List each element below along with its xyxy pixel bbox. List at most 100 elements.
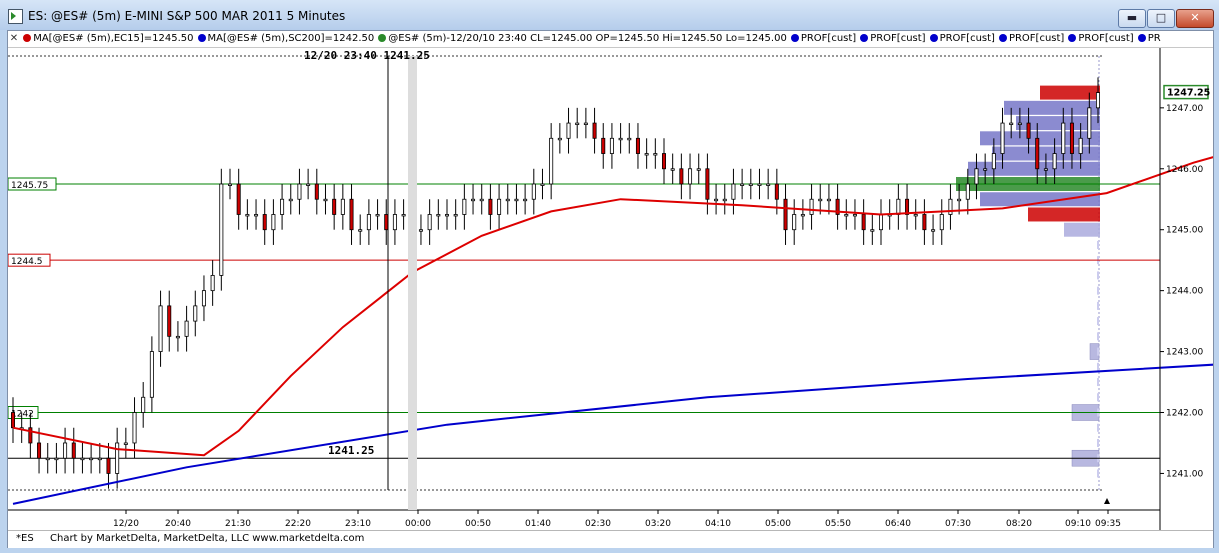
candle-body xyxy=(583,122,588,125)
candle-body xyxy=(566,122,571,139)
y-tick-label: 1241.00 xyxy=(1166,469,1203,479)
candle-body xyxy=(340,198,345,215)
candle-body xyxy=(505,198,510,202)
candle-body xyxy=(323,198,328,202)
app-icon xyxy=(8,9,23,24)
candle-body xyxy=(349,198,354,231)
candle-body xyxy=(983,168,988,171)
candle-body xyxy=(826,198,831,202)
study-color-icon xyxy=(1137,34,1146,42)
candle-body xyxy=(227,183,232,186)
x-tick-label: 21:30 xyxy=(225,519,251,529)
study-color-icon xyxy=(197,34,206,42)
study-legend-item[interactable]: PROF[cust] xyxy=(860,31,926,47)
candle-body xyxy=(609,137,614,154)
y-tick-label: 1244.00 xyxy=(1166,287,1203,297)
study-label: PROF[cust] xyxy=(1008,33,1065,44)
session-profile-tick xyxy=(1097,469,1099,478)
study-color-icon xyxy=(1068,34,1077,42)
candle-body xyxy=(688,168,693,185)
candle-body xyxy=(1061,122,1066,154)
candle-body xyxy=(696,168,701,171)
candle-body xyxy=(71,442,76,459)
study-label: PR xyxy=(1147,33,1161,44)
maximize-button[interactable]: □ xyxy=(1147,9,1175,28)
candle-body xyxy=(462,198,467,215)
candle-body xyxy=(575,122,580,125)
candle-body xyxy=(471,198,476,202)
candle-body xyxy=(670,168,675,171)
close-icon[interactable]: ✕ xyxy=(8,33,20,44)
x-tick-label: 00:00 xyxy=(405,519,431,529)
candle-body xyxy=(201,290,206,307)
study-legend-item[interactable]: PROF[cust] xyxy=(998,31,1065,47)
candle-body xyxy=(106,457,111,474)
study-legend-item[interactable]: @ES# (5m)-12/20/10 23:40 CL=1245.00 OP=1… xyxy=(378,31,787,47)
candle-body xyxy=(818,198,823,202)
candle-body xyxy=(184,320,189,337)
candle-body xyxy=(123,442,128,445)
candle-body xyxy=(653,153,658,156)
minimize-button[interactable]: ▬ xyxy=(1118,9,1146,28)
study-legend-bar: ✕ MA[@ES# (5m),EC15]=1245.50 MA[@ES# (5m)… xyxy=(8,31,1213,48)
study-color-icon xyxy=(23,34,32,42)
x-tick-label: 07:30 xyxy=(945,519,971,529)
candle-body xyxy=(644,153,649,156)
y-tick-label: 1243.00 xyxy=(1166,348,1203,358)
session-profile-tick xyxy=(1097,423,1099,432)
candle-body xyxy=(957,198,962,202)
candle-body xyxy=(1069,122,1074,154)
study-legend-item[interactable]: PROF[cust] xyxy=(1068,31,1134,47)
price-chart[interactable]: 1245.751244.51242 1241.001242.001243.001… xyxy=(8,48,1213,530)
x-tick-label: 05:00 xyxy=(765,519,791,529)
study-legend-item[interactable]: PROF[cust] xyxy=(929,31,995,47)
candle-body xyxy=(965,183,970,200)
candle-body xyxy=(488,198,493,215)
candle-body xyxy=(167,305,172,337)
volume-profile-bar xyxy=(1064,222,1100,237)
candle-body xyxy=(740,183,745,186)
study-legend-item[interactable]: MA[@ES# (5m),SC200]=1242.50 xyxy=(197,31,374,47)
session-profile-tick xyxy=(1097,240,1099,249)
study-color-icon xyxy=(929,34,938,42)
x-tick-label: 00:50 xyxy=(465,519,491,529)
volume-profile-bar xyxy=(980,192,1100,207)
candle-body xyxy=(991,153,996,170)
candle-body xyxy=(297,183,302,200)
chart-window: ES: @ES# (5m) E-MINI S&P 500 MAR 2011 5 … xyxy=(0,0,1219,553)
close-button[interactable]: ✕ xyxy=(1176,9,1214,28)
study-legend-item[interactable]: MA[@ES# (5m),EC15]=1245.50 xyxy=(23,31,194,47)
candle-body xyxy=(714,198,719,202)
study-label: PROF[cust] xyxy=(800,33,857,44)
x-tick-label: 05:50 xyxy=(825,519,851,529)
session-profile-tick xyxy=(1097,332,1099,341)
candle-body xyxy=(722,198,727,202)
candle-body xyxy=(531,183,536,200)
candle-body xyxy=(1043,168,1048,171)
candle-body xyxy=(870,229,875,232)
candle-body xyxy=(479,198,484,202)
candle-body xyxy=(97,457,102,461)
study-legend-item[interactable]: PROF[cust] xyxy=(790,31,857,47)
study-color-icon xyxy=(378,34,387,42)
candle-body xyxy=(175,335,180,339)
y-tick-label: 1247.00 xyxy=(1166,104,1203,114)
footer-symbol[interactable]: *ES xyxy=(16,533,34,544)
candle-body xyxy=(948,198,953,215)
candle-body xyxy=(557,137,562,141)
x-tick-label: 12/20 xyxy=(113,519,139,529)
candle-body xyxy=(592,122,597,139)
candle-body xyxy=(332,198,337,215)
candle-body xyxy=(922,214,927,231)
volume-profile-bar xyxy=(1040,85,1100,100)
candle-body xyxy=(158,305,163,352)
study-legend-item[interactable]: PR xyxy=(1137,31,1161,47)
candle-body xyxy=(314,183,319,200)
candle-body xyxy=(392,214,397,231)
candle-body xyxy=(401,214,406,217)
x-tick-label: 03:20 xyxy=(645,519,671,529)
candle-body xyxy=(766,183,771,186)
candle-body xyxy=(1009,122,1014,125)
candle-body xyxy=(280,198,285,215)
candle-body xyxy=(37,442,42,459)
